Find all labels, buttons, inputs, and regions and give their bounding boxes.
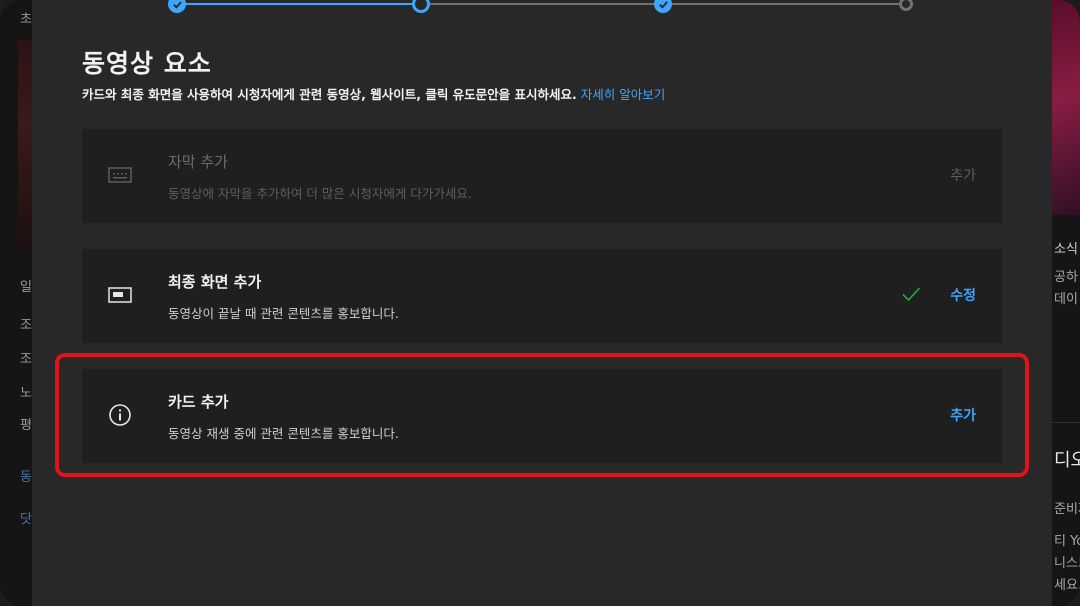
- background-text: 일: [20, 280, 32, 295]
- step-details[interactable]: [168, 0, 186, 13]
- background-link[interactable]: 닷: [20, 508, 32, 527]
- background-page-right: 소식 공하 데이 디오 준비자 티 Yo 니스트 세요.: [1052, 0, 1080, 606]
- add-subtitles-card: 자막 추가 동영상에 자막을 추가하여 더 많은 시청자에게 다가가세요. 추가: [82, 129, 1002, 223]
- card-description: 동영상이 끝날 때 관련 콘텐츠를 홍보합니다.: [168, 306, 399, 321]
- background-text: 공하: [1054, 270, 1078, 285]
- subtitle-text: 카드와 최종 화면을 사용하여 시청자에게 관련 동영상, 웹사이트, 클릭 유…: [82, 87, 577, 102]
- highlight-box: [55, 353, 1029, 477]
- background-heading: 디오: [1054, 450, 1080, 471]
- card-heading: 자막 추가: [168, 153, 228, 171]
- background-text: 데이: [1054, 292, 1078, 307]
- background-text: 소식: [1054, 242, 1078, 257]
- background-text: 평: [20, 418, 32, 433]
- card-heading: 최종 화면 추가: [168, 273, 262, 291]
- edit-end-screen-button[interactable]: 수정: [950, 285, 976, 305]
- background-thumbnail: [18, 40, 32, 250]
- background-divider: [1052, 422, 1080, 423]
- add-subtitles-button[interactable]: 추가: [950, 165, 976, 185]
- background-text: 조: [20, 318, 32, 333]
- add-end-screen-card: 최종 화면 추가 동영상이 끝날 때 관련 콘텐츠를 홍보합니다. 수정: [82, 249, 1002, 343]
- background-text: 초: [20, 12, 32, 27]
- stepper-line: [667, 3, 907, 5]
- upload-stepper: [32, 0, 1052, 20]
- stepper-line-complete: [177, 3, 422, 5]
- page-subtitle: 카드와 최종 화면을 사용하여 시청자에게 관련 동영상, 웹사이트, 클릭 유…: [82, 84, 665, 103]
- background-page-left: 초 일 조 조 노 평 동 닷: [0, 0, 32, 606]
- step-visibility[interactable]: [899, 0, 913, 11]
- page-title: 동영상 요소: [82, 49, 212, 78]
- step-video-elements[interactable]: [412, 0, 430, 13]
- background-text: 조: [20, 352, 32, 367]
- learn-more-link[interactable]: 자세히 알아보기: [581, 87, 665, 102]
- check-icon: [658, 0, 668, 9]
- background-text: 노: [20, 386, 32, 401]
- background-text: 준비자: [1054, 502, 1080, 517]
- step-checks[interactable]: [654, 0, 672, 13]
- background-text: 티 Yo: [1054, 534, 1080, 549]
- card-description: 동영상에 자막을 추가하여 더 많은 시청자에게 다가가세요.: [168, 186, 472, 201]
- completed-check-icon: [902, 287, 921, 302]
- background-video-preview: [1052, 0, 1080, 215]
- stepper-line: [422, 3, 667, 5]
- check-icon: [172, 0, 182, 9]
- background-text: 세요.: [1054, 578, 1080, 593]
- end-screen-icon: [106, 283, 134, 307]
- video-elements-dialog: 동영상 요소 카드와 최종 화면을 사용하여 시청자에게 관련 동영상, 웹사이…: [32, 0, 1052, 606]
- subtitles-icon: [106, 163, 134, 187]
- background-text: 니스트: [1054, 556, 1080, 571]
- screenshot-frame: 초 일 조 조 노 평 동 닷 소식 공하 데이 디오 준비자 티 Yo 니스트…: [0, 0, 1080, 606]
- background-link[interactable]: 동: [20, 466, 32, 485]
